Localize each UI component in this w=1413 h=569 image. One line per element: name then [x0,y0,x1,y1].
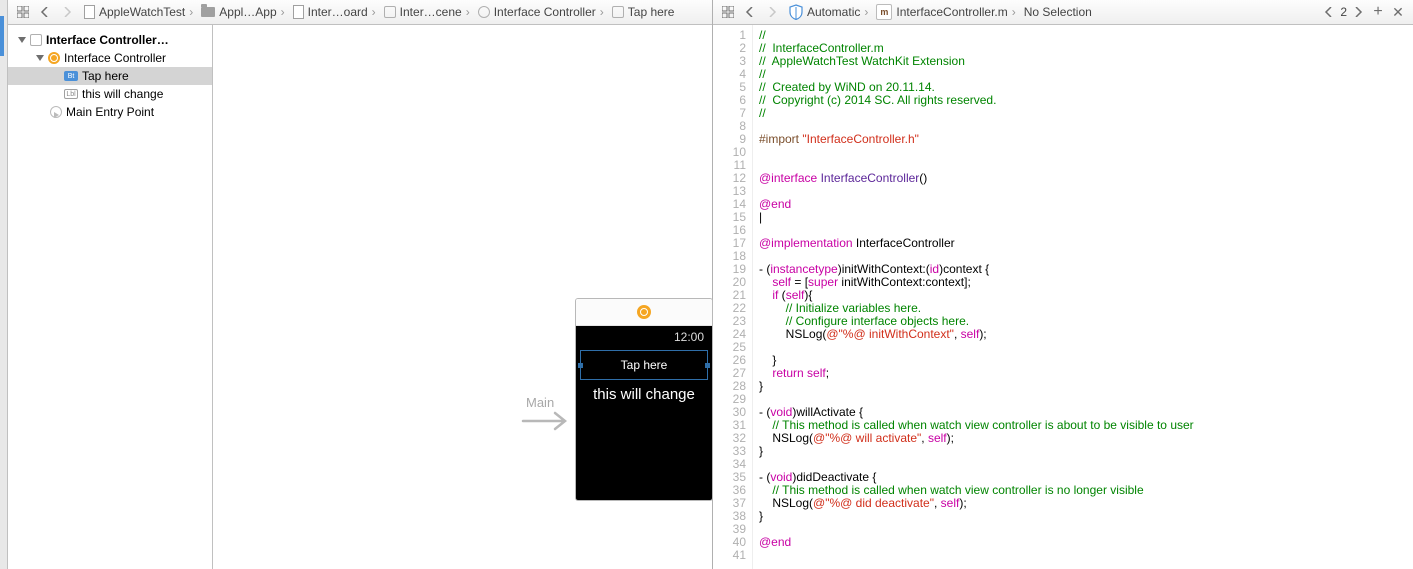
code-line[interactable]: } [759,380,1413,393]
storyboard-icon [293,5,304,19]
m-file-icon: m [876,4,892,20]
prev-counterpart-icon[interactable] [1320,3,1338,21]
controller-icon [637,305,651,319]
crumb-folder[interactable]: Appl…App [187,5,276,19]
forward-icon[interactable] [58,3,76,21]
disclosure-icon[interactable] [18,37,26,43]
code-line[interactable]: NSLog(@"%@ initWithContext", self); [759,328,1413,341]
watch-label[interactable]: this will change [576,386,712,403]
crumb-label: AppleWatchTest [99,5,185,19]
code-line[interactable]: NSLog(@"%@ did deactivate", self); [759,497,1413,510]
minimap-marker [0,16,4,56]
watch-button[interactable]: Tap here [580,350,708,380]
related-items-icon[interactable] [719,3,737,21]
forward-icon[interactable] [763,3,781,21]
scene-icon [30,34,42,46]
entry-arrow-icon [521,410,575,432]
code-line[interactable]: | [759,211,1413,224]
code-line[interactable]: // Copyright (c) 2014 SC. All rights res… [759,94,1413,107]
counterpart-count: 2 [1340,5,1347,19]
related-items-icon[interactable] [14,3,32,21]
resize-handle[interactable] [705,363,710,368]
folder-icon [201,7,215,17]
disclosure-icon[interactable] [36,55,44,61]
outline-scene[interactable]: Interface Controller… [8,31,212,49]
crumb-label: No Selection [1024,5,1092,19]
automatic-icon [789,4,803,20]
minimap-gutter [0,0,8,569]
scene-icon [384,6,396,18]
outline-label: this will change [82,87,163,101]
watch-button-label: Tap here [621,358,668,372]
outline-controller[interactable]: Interface Controller [8,49,212,67]
outline-label: Interface Controller… [46,33,169,47]
code-editor[interactable]: 1234567891011121314151617181920212223242… [713,25,1413,569]
crumb-mode[interactable]: Automatic [789,4,860,20]
code-line[interactable] [759,523,1413,536]
close-assistant-icon[interactable]: ✕ [1389,3,1407,21]
watch-interface[interactable]: 12:00 Tap here this will change [575,298,713,501]
next-counterpart-icon[interactable] [1349,3,1367,21]
code-area[interactable]: //// InterfaceController.m// AppleWatchT… [753,25,1413,569]
label-badge-icon: Lbl [64,89,78,99]
watch-titlebar[interactable] [576,299,712,326]
code-line[interactable]: return self; [759,367,1413,380]
crumb-controller[interactable]: Interface Controller [464,5,596,19]
code-line[interactable]: // AppleWatchTest WatchKit Extension [759,55,1413,68]
button-icon [612,6,624,18]
code-line[interactable]: @interface InterfaceController() [759,172,1413,185]
code-line[interactable]: self = [super initWithContext:context]; [759,276,1413,289]
code-line[interactable] [759,341,1413,354]
code-line[interactable]: } [759,510,1413,523]
crumb-scene[interactable]: Inter…cene [370,5,462,19]
button-badge-icon: Bt [64,71,78,81]
code-line[interactable]: @end [759,198,1413,211]
crumb-label: Automatic [807,5,860,19]
code-line[interactable] [759,549,1413,562]
add-assistant-icon[interactable]: + [1369,3,1387,21]
crumb-label: Tap here [628,5,675,19]
code-line[interactable]: NSLog(@"%@ will activate", self); [759,432,1413,445]
code-line[interactable] [759,185,1413,198]
outline-label: Main Entry Point [66,105,154,119]
crumb-label: InterfaceController.m [896,5,1007,19]
code-line[interactable]: // [759,107,1413,120]
ib-jump-bar: AppleWatchTest Appl…App Inter…oard Inter… [8,0,712,25]
crumb-label: Interface Controller [494,5,596,19]
watch-time: 12:00 [576,326,712,344]
back-icon[interactable] [741,3,759,21]
line-number-gutter: 1234567891011121314151617181920212223242… [713,25,753,569]
code-line[interactable]: } [759,354,1413,367]
controller-icon [478,6,490,18]
project-icon [84,5,95,19]
code-line[interactable]: #import "InterfaceController.h" [759,133,1413,146]
code-line[interactable]: @end [759,536,1413,549]
entry-point-icon [50,106,62,118]
outline-label-item[interactable]: Lbl this will change [8,85,212,103]
crumb-storyboard[interactable]: Inter…oard [279,5,368,19]
code-line[interactable] [759,146,1413,159]
outline-label: Tap here [82,69,129,83]
outline-button[interactable]: Bt Tap here [8,67,212,85]
entry-arrow-label: Main [526,395,554,410]
ib-canvas[interactable]: Main 12:00 Tap here this will change [213,25,712,569]
crumb-selection[interactable]: No Selection [1010,5,1092,19]
document-outline: Interface Controller… Interface Controll… [8,25,213,569]
crumb-file[interactable]: m InterfaceController.m [862,4,1007,20]
outline-label: Interface Controller [64,51,166,65]
watch-screen: 12:00 Tap here this will change [576,326,712,501]
code-line[interactable]: @implementation InterfaceController [759,237,1413,250]
back-icon[interactable] [36,3,54,21]
controller-icon [48,52,60,64]
outline-entry-point[interactable]: Main Entry Point [8,103,212,121]
assistant-jump-bar: Automatic m InterfaceController.m No Sele… [713,0,1413,25]
crumb-project[interactable]: AppleWatchTest [84,5,185,19]
resize-handle[interactable] [578,363,583,368]
crumb-label: Inter…oard [308,5,368,19]
crumb-label: Inter…cene [400,5,462,19]
crumb-button[interactable]: Tap here [598,5,675,19]
code-line[interactable]: } [759,445,1413,458]
crumb-label: Appl…App [219,5,276,19]
